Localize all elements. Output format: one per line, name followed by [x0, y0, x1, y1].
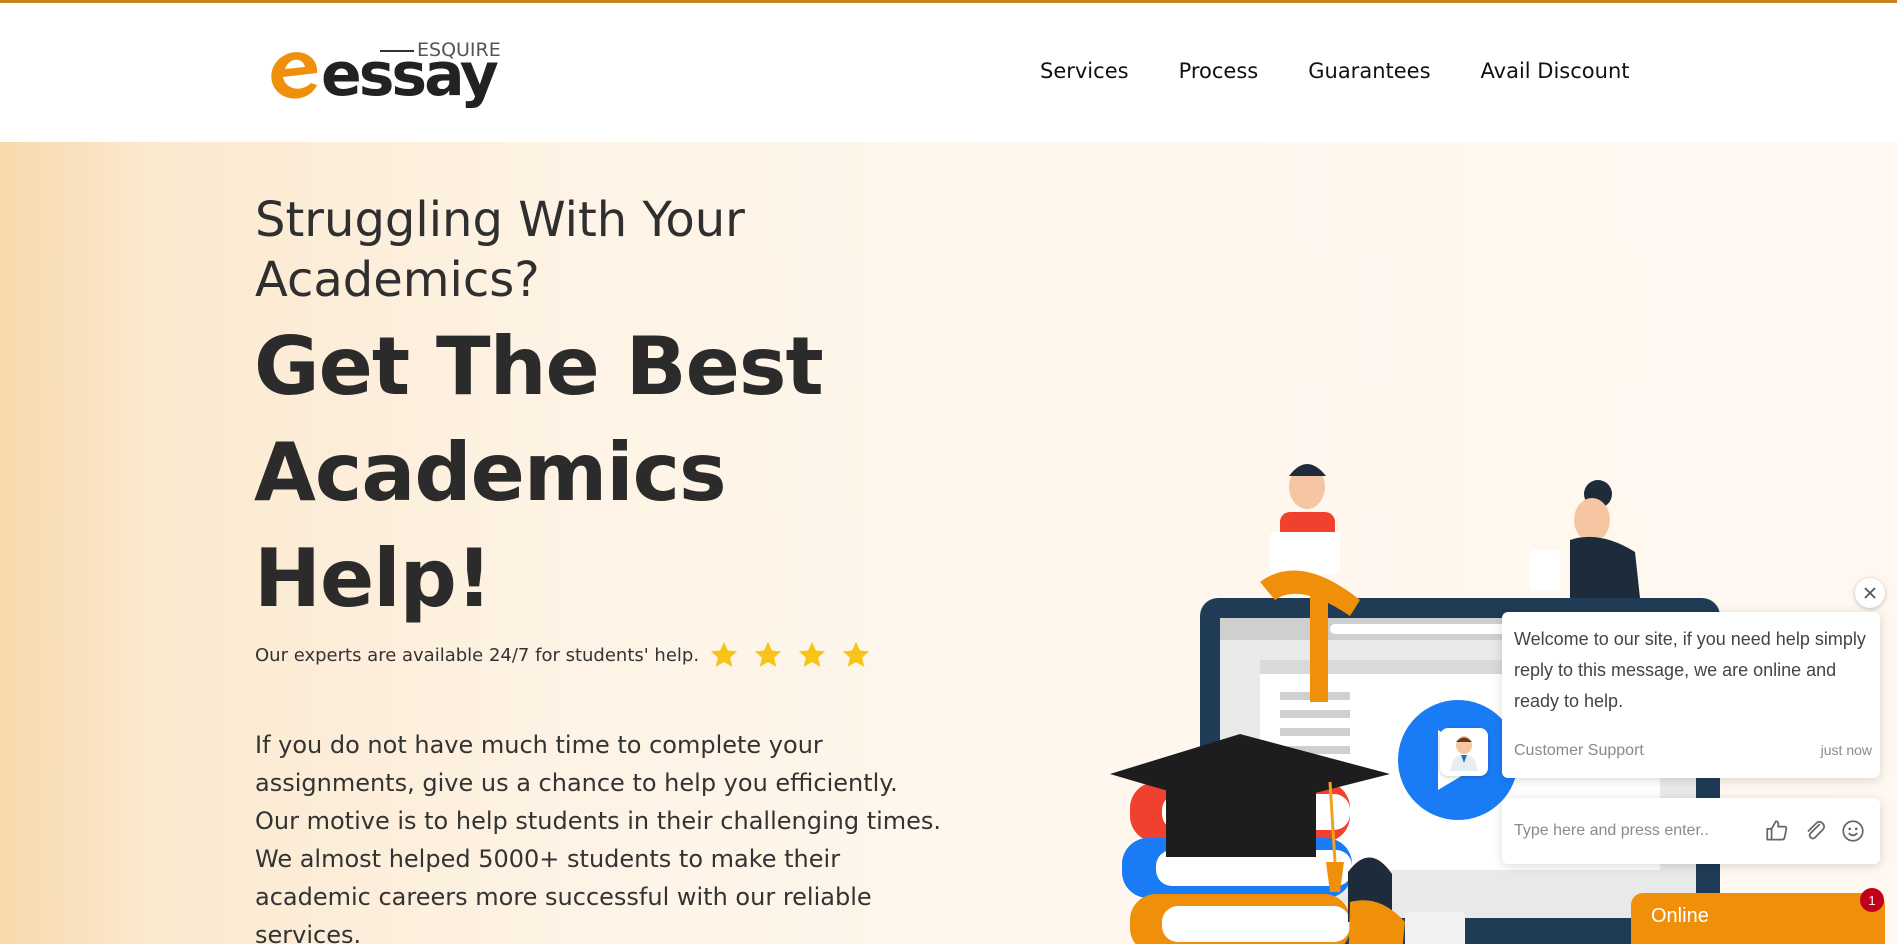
emoji-icon[interactable] — [1840, 818, 1866, 844]
support-avatar — [1440, 728, 1488, 776]
logo-e-icon — [271, 52, 318, 99]
site-header: essay ESQUIRE Services Process Guarantee… — [0, 3, 1897, 142]
nav-avail-discount[interactable]: Avail Discount — [1481, 59, 1630, 83]
availability-row: Our experts are available 24/7 for stude… — [255, 640, 885, 670]
hero-paragraph: If you do not have much time to complete… — [255, 731, 942, 944]
chat-message-input[interactable] — [1514, 818, 1754, 844]
hero-subheading: Struggling With Your Academics? — [255, 192, 745, 308]
main-nav: Services Process Guarantees Avail Discou… — [1040, 59, 1679, 83]
agent-avatar-icon — [1450, 736, 1478, 771]
logo-tagline: ESQUIRE — [417, 39, 501, 61]
chat-message-text: Welcome to our site, if you need help si… — [1514, 629, 1866, 711]
availability-text: Our experts are available 24/7 for stude… — [255, 644, 700, 666]
unread-badge: 1 — [1860, 888, 1884, 912]
star-icon — [798, 641, 826, 667]
star-icon — [842, 641, 870, 667]
nav-process[interactable]: Process — [1179, 59, 1259, 83]
logo[interactable]: essay ESQUIRE — [265, 37, 505, 117]
chat-input-panel — [1502, 798, 1880, 864]
chat-sender: Customer Support — [1514, 742, 1644, 759]
star-icon — [754, 641, 782, 667]
hero-heading: Get The Best Academics Help! — [254, 320, 824, 625]
logo-divider — [380, 50, 414, 52]
chat-timestamp: just now — [1820, 742, 1872, 758]
chat-message-bubble: Welcome to our site, if you need help si… — [1502, 612, 1880, 778]
thumbs-up-icon[interactable] — [1764, 818, 1790, 844]
chat-close-button[interactable] — [1855, 578, 1885, 608]
chat-launcher-tab[interactable]: Online — [1631, 893, 1885, 944]
attachment-icon[interactable] — [1802, 818, 1828, 844]
rating-stars — [709, 640, 885, 670]
close-icon — [1864, 587, 1876, 599]
nav-guarantees[interactable]: Guarantees — [1308, 59, 1430, 83]
chat-status-label: Online — [1651, 905, 1709, 927]
star-icon — [710, 641, 738, 667]
nav-services[interactable]: Services — [1040, 59, 1129, 83]
